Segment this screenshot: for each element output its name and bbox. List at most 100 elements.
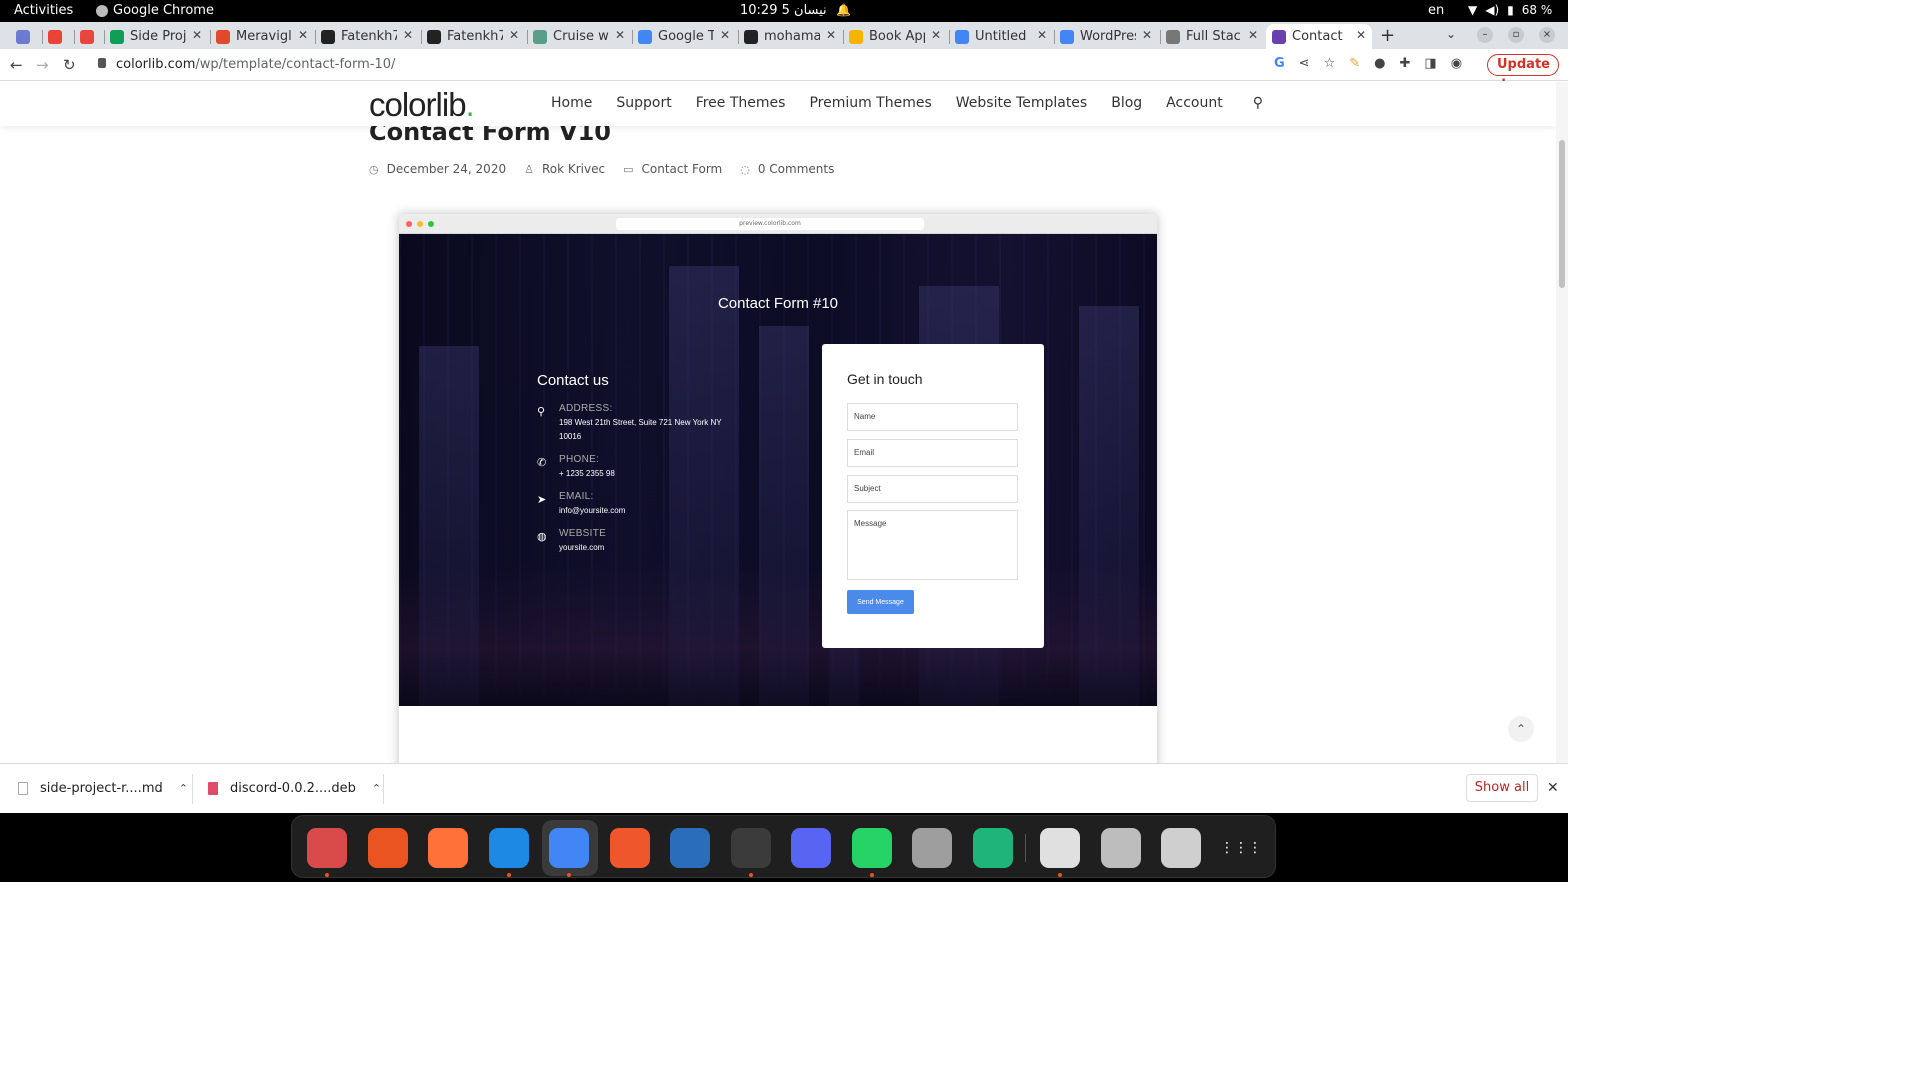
close-window-button[interactable]: ×: [1539, 27, 1555, 43]
subject-field[interactable]: Subject: [847, 475, 1018, 503]
system-status-menu[interactable]: ▼ ◀) ▮ 68 %: [1468, 3, 1552, 17]
close-tab-icon[interactable]: ✕: [615, 28, 625, 42]
update-button[interactable]: Update ⋮: [1487, 54, 1559, 92]
tab-full-stack[interactable]: Full Stack ✕: [1160, 24, 1264, 49]
discord-icon[interactable]: [791, 828, 831, 868]
profile-avatar-icon[interactable]: ◉: [1451, 56, 1462, 71]
close-tab-icon[interactable]: ✕: [720, 28, 730, 42]
chevron-up-icon[interactable]: ⌃: [179, 782, 188, 795]
page-scrollbar[interactable]: [1556, 82, 1568, 763]
app-center-icon[interactable]: [368, 828, 408, 868]
post-comments[interactable]: 0 Comments: [758, 162, 835, 176]
menu-item-support[interactable]: Support: [616, 95, 671, 111]
close-tab-icon[interactable]: ✕: [1142, 28, 1152, 42]
tab-fatenkh7[interactable]: Fatenkh7 ✕: [315, 24, 419, 49]
close-tab-icon[interactable]: ✕: [1248, 28, 1258, 42]
close-tab-icon[interactable]: ✕: [931, 28, 941, 42]
search-icon[interactable]: ⚲: [1253, 95, 1263, 111]
app-menu[interactable]: Google Chrome: [96, 3, 214, 18]
tab-fatenkh7[interactable]: Fatenkh7 ✕: [421, 24, 525, 49]
tab-wordpres[interactable]: WordPres ✕: [1054, 24, 1158, 49]
lock-icon[interactable]: [98, 58, 106, 68]
scroll-to-top-button[interactable]: ⌃: [1508, 716, 1534, 742]
forward-button[interactable]: →: [36, 56, 49, 74]
menu-item-blog[interactable]: Blog: [1111, 95, 1142, 111]
menu-item-home[interactable]: Home: [551, 95, 592, 111]
extensions-puzzle-icon[interactable]: ✚: [1399, 56, 1410, 71]
document-viewer-icon[interactable]: [1040, 828, 1080, 877]
tab-notification[interactable]: [74, 24, 102, 49]
clock[interactable]: 10:29 نيسان 5: [740, 3, 827, 18]
tab-search-button[interactable]: ⌄: [1446, 27, 1456, 41]
back-button[interactable]: ←: [10, 56, 23, 74]
tab-google-tr[interactable]: Google Tr ✕: [632, 24, 736, 49]
tab-elementor[interactable]: [10, 24, 40, 49]
close-tab-icon[interactable]: ✕: [298, 28, 308, 42]
tab-mohamac[interactable]: mohamac ✕: [738, 24, 842, 49]
whatsapp-icon[interactable]: [852, 828, 892, 877]
tab-book-app[interactable]: Book App ✕: [843, 24, 947, 49]
tab-gmail[interactable]: [42, 24, 72, 49]
email-field[interactable]: Email: [847, 439, 1018, 467]
database-icon[interactable]: [912, 828, 952, 868]
show-apps-icon[interactable]: ⋮⋮⋮: [1220, 828, 1262, 868]
chrome-icon[interactable]: [549, 828, 589, 877]
google-icon[interactable]: G: [1274, 56, 1285, 71]
extension-circle-icon[interactable]: ●: [1374, 56, 1385, 71]
url-bar[interactable]: colorlib.com/wp/template/contact-form-10…: [116, 57, 395, 72]
close-tab-icon[interactable]: ✕: [192, 28, 202, 42]
inkscape-icon[interactable]: [610, 828, 650, 868]
reload-button[interactable]: ↻: [63, 56, 76, 74]
trash-icon[interactable]: [1161, 828, 1201, 868]
tab-meravigli[interactable]: Meravigli ✕: [210, 24, 314, 49]
menu-item-website-templates[interactable]: Website Templates: [956, 95, 1087, 111]
template-preview-image[interactable]: preview.colorlib.com Contact Form #10 Co…: [399, 214, 1157, 763]
close-tab-icon[interactable]: ✕: [1356, 28, 1366, 42]
language-indicator[interactable]: en: [1428, 3, 1444, 18]
activities-button[interactable]: Activities: [14, 3, 73, 18]
contact-value: yoursite.com: [559, 543, 605, 552]
close-tab-icon[interactable]: ✕: [1037, 28, 1047, 42]
side-panel-icon[interactable]: ◨: [1424, 56, 1436, 71]
share-icon[interactable]: ⋖: [1299, 56, 1310, 71]
tab-side-proje[interactable]: Side Proje ✕: [104, 24, 208, 49]
browser-tab-strip: Side Proje✕Meravigli✕Fatenkh7✕Fatenkh7✕C…: [0, 22, 1568, 49]
close-tab-icon[interactable]: ✕: [403, 28, 413, 42]
gitkraken-icon[interactable]: [973, 828, 1013, 868]
menu-item-free-themes[interactable]: Free Themes: [696, 95, 786, 111]
libreoffice-writer-icon[interactable]: [670, 828, 710, 868]
colorlib-logo[interactable]: colorlib.: [369, 86, 475, 124]
menu-item-premium-themes[interactable]: Premium Themes: [809, 95, 931, 111]
maximize-button[interactable]: ▫: [1508, 27, 1524, 43]
tab-untitled-c[interactable]: Untitled c ✕: [949, 24, 1053, 49]
tab-contact-f[interactable]: Contact F ✕: [1266, 24, 1372, 49]
chevron-up-icon[interactable]: ⌃: [372, 782, 381, 795]
extension-pen-icon[interactable]: ✎: [1349, 56, 1360, 71]
show-all-downloads-button[interactable]: Show all: [1466, 774, 1538, 802]
disks-icon[interactable]: [1101, 828, 1141, 868]
post-author[interactable]: Rok Krivec: [542, 162, 605, 176]
close-tab-icon[interactable]: ✕: [826, 28, 836, 42]
minimize-button[interactable]: –: [1477, 27, 1493, 43]
github-icon: [427, 29, 441, 44]
files-icon[interactable]: [307, 828, 347, 877]
send-message-button[interactable]: Send Message: [847, 590, 914, 614]
terminal-icon[interactable]: [731, 828, 771, 877]
preview-window-bar: preview.colorlib.com: [399, 214, 1157, 234]
menu-item-account[interactable]: Account: [1166, 95, 1223, 111]
new-tab-button[interactable]: +: [1380, 25, 1395, 46]
close-tab-icon[interactable]: ✕: [509, 28, 519, 42]
file-icon: [18, 782, 28, 795]
bookmark-star-icon[interactable]: ☆: [1324, 56, 1336, 71]
post-category[interactable]: Contact Form: [642, 162, 723, 176]
message-field[interactable]: Message: [847, 510, 1018, 580]
vscode-icon[interactable]: [489, 828, 529, 877]
firefox-icon[interactable]: [428, 828, 468, 868]
close-download-bar-icon[interactable]: ✕: [1547, 780, 1559, 796]
name-field[interactable]: Name: [847, 403, 1018, 431]
tab-label: Google Tr: [658, 29, 714, 44]
download-item[interactable]: discord-0.0.2....deb ⌃: [208, 781, 381, 796]
download-item[interactable]: side-project-r....md ⌃: [18, 781, 188, 796]
tab-cruise-we[interactable]: Cruise we ✕: [527, 24, 631, 49]
scrollbar-thumb[interactable]: [1559, 140, 1565, 288]
